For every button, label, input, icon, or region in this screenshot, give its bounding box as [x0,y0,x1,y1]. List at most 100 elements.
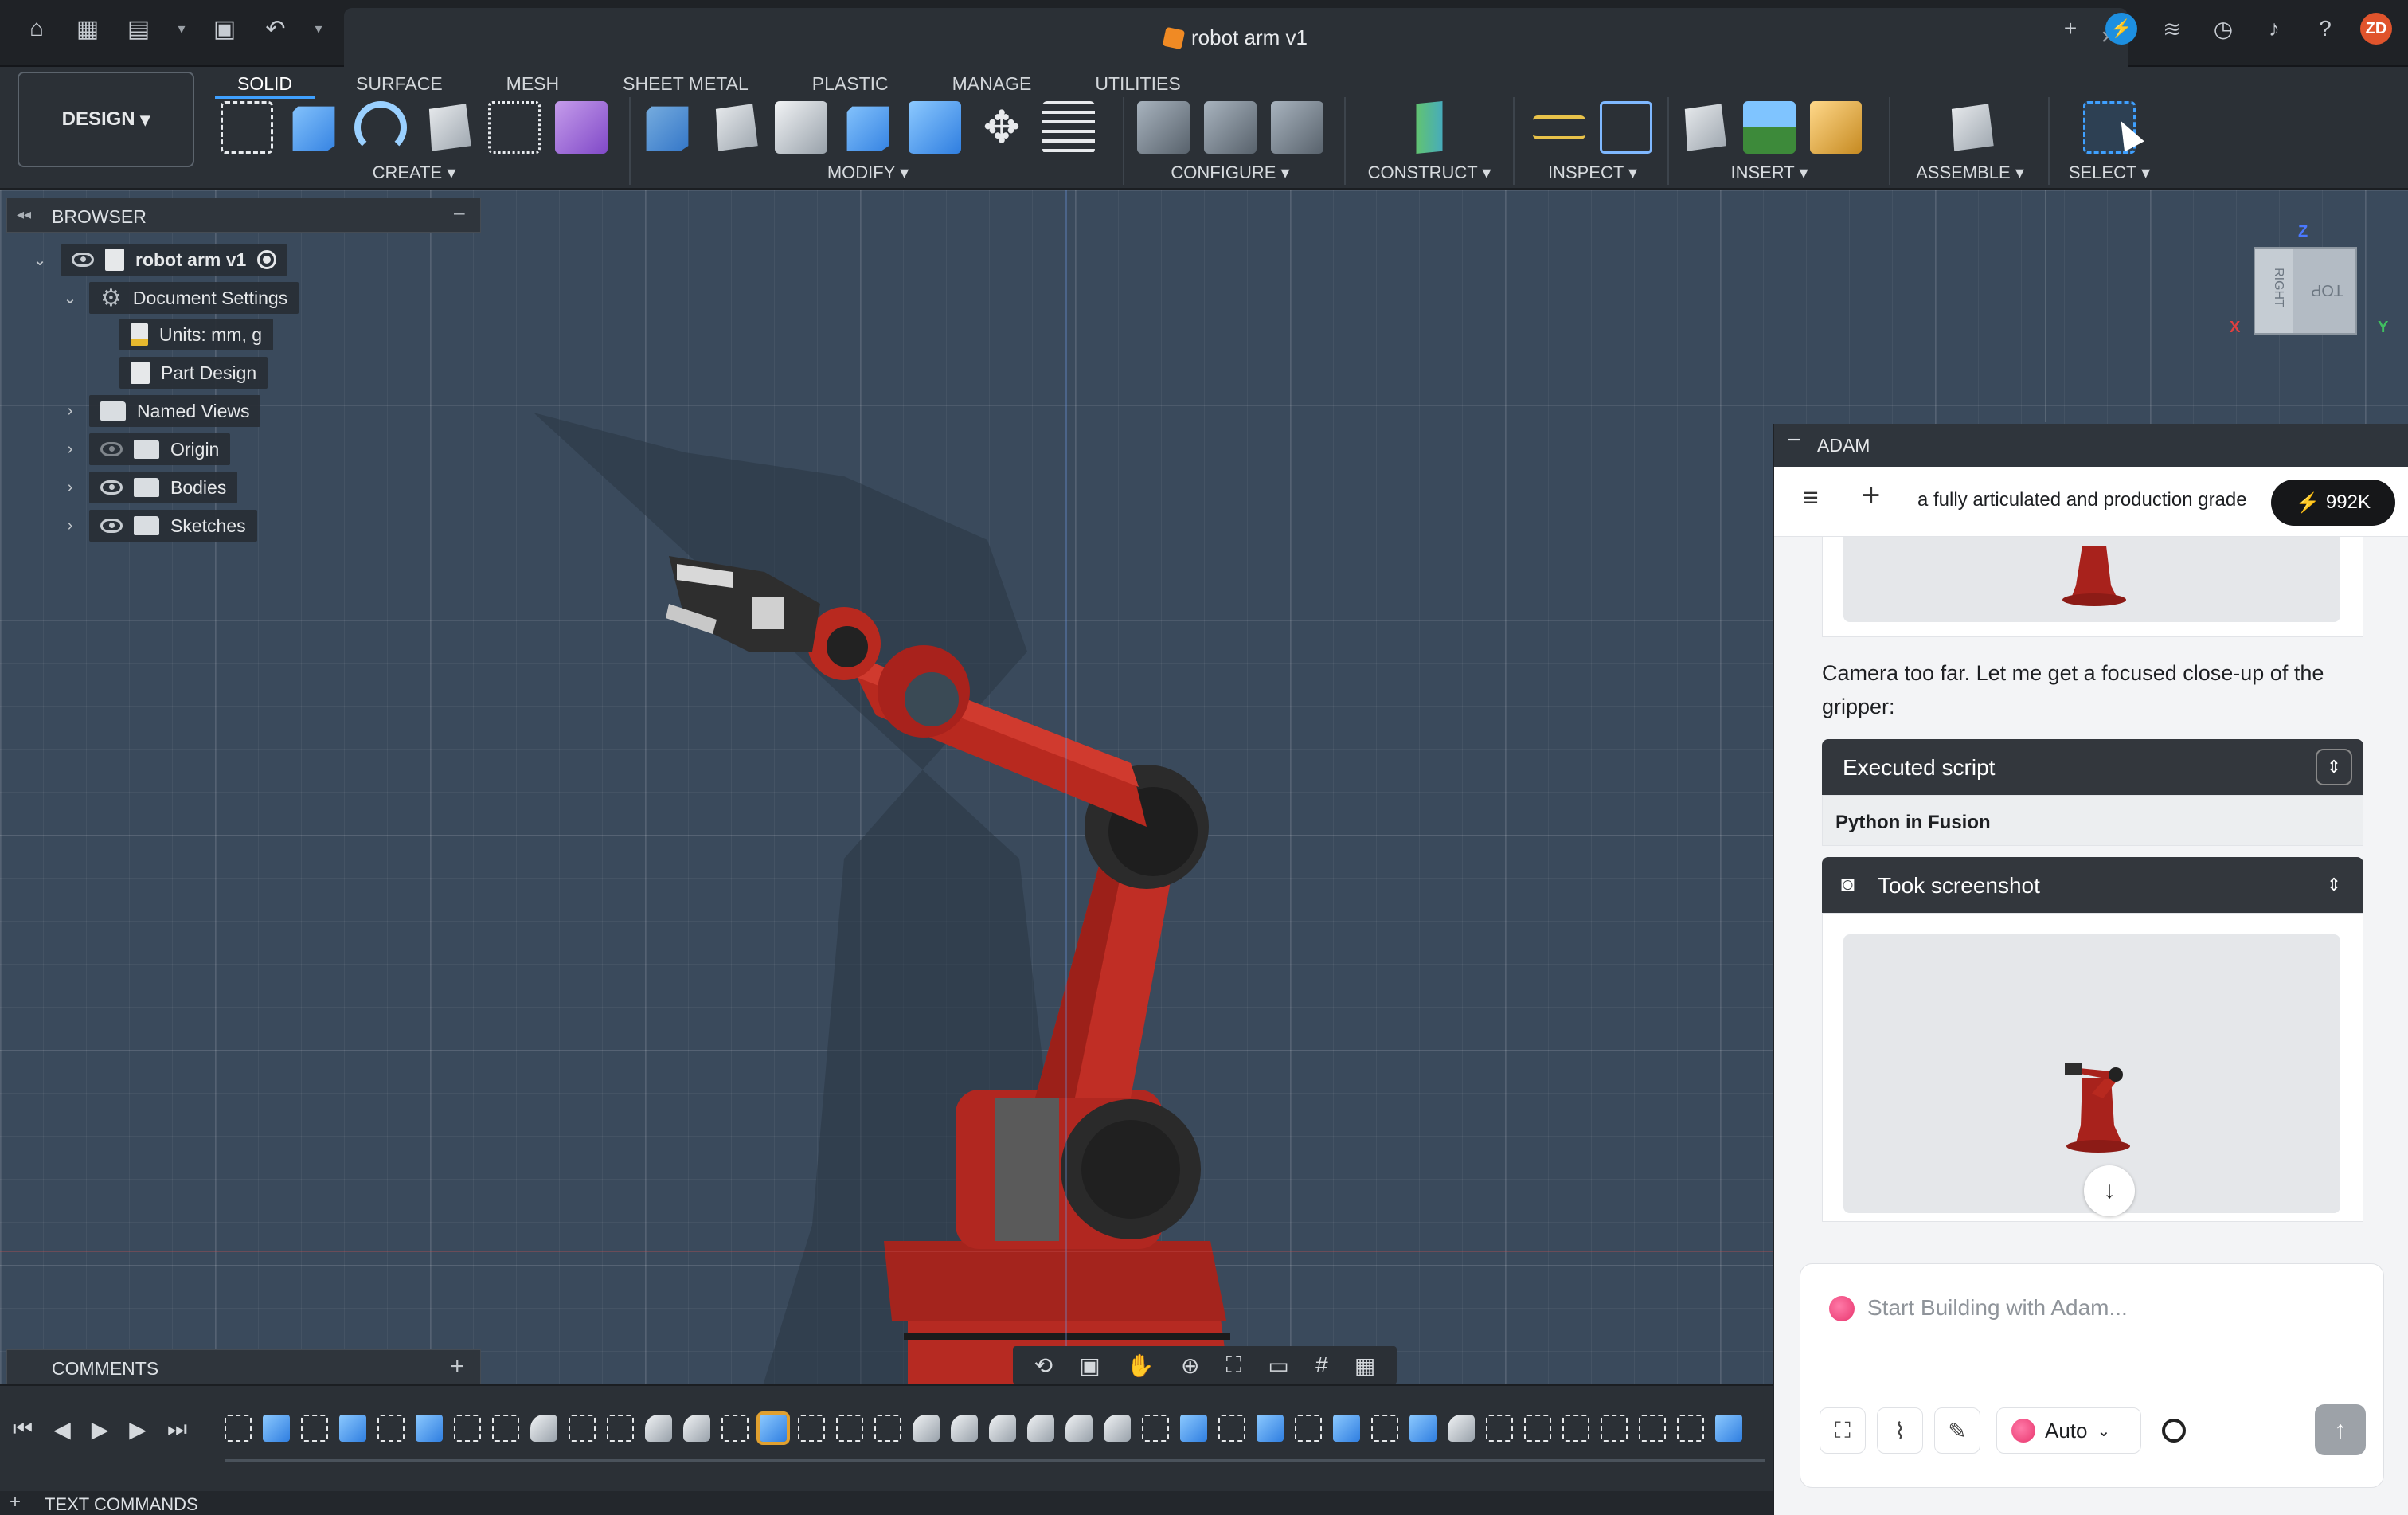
measure-icon[interactable] [1533,115,1585,139]
timeline-feature-sketch-icon[interactable] [454,1415,481,1442]
document-tab[interactable]: robot arm v1 × [344,8,2128,67]
press-pull-icon[interactable] [646,106,689,151]
timeline-feature-extrude-icon[interactable] [1257,1415,1284,1442]
expand-text-commands-icon[interactable]: + [10,1491,21,1513]
timeline-feature-sketch-icon[interactable] [1218,1415,1245,1442]
chevron-right-icon[interactable]: › [59,402,81,421]
hamburger-menu-icon[interactable]: ≡ [1803,483,1819,514]
step-back-icon[interactable]: ◀ [53,1416,71,1443]
timeline-feature-sketch-icon[interactable] [1639,1415,1666,1442]
insert-canvas-icon[interactable] [1743,101,1796,154]
visibility-eye-icon[interactable] [100,519,123,533]
attach-paperclip-icon[interactable]: ⌇ [1877,1407,1923,1454]
timeline-feature-sketch-icon[interactable] [569,1415,596,1442]
timeline-feature-sketch-icon[interactable] [1486,1415,1513,1442]
viewcube-face[interactable]: RIGHT TOP [2254,247,2357,335]
tree-item-document-settings[interactable]: ⌄ ⚙ Document Settings [59,282,299,314]
zoom-icon[interactable]: ⊕ [1181,1353,1199,1379]
timeline-feature-sketch-icon[interactable] [607,1415,634,1442]
timeline-feature-sketch-icon[interactable] [874,1415,901,1442]
chevron-down-icon[interactable]: ▾ [172,11,191,46]
tab-manage[interactable]: MANAGE [930,67,1054,99]
section-analysis-icon[interactable] [1600,101,1652,154]
timeline-feature-revolve-icon[interactable] [1104,1415,1131,1442]
scroll-down-icon[interactable]: ↓ [2084,1165,2135,1216]
visibility-eye-icon[interactable] [100,480,123,495]
orbit-icon[interactable]: ⟲ [1034,1353,1053,1379]
chat-input[interactable] [1867,1288,2345,1328]
timeline-feature-sketch-icon[interactable] [836,1415,863,1442]
play-icon[interactable]: ▶ [92,1416,109,1443]
conversation-title[interactable]: a fully articulated and production grade [1917,489,2257,511]
pattern-icon[interactable] [488,101,541,154]
assemble-menu[interactable]: ASSEMBLE ▾ [1898,162,2042,183]
hidden-eye-icon[interactable] [100,442,123,456]
tab-sheet-metal[interactable]: SHEET METAL [600,67,771,99]
chat-history[interactable]: Camera too far. Let me get a focused clo… [1774,537,2408,1333]
model-mode-select[interactable]: Auto ⌄ [1996,1407,2141,1454]
timeline-feature-extrude-icon[interactable] [1409,1415,1437,1442]
tree-item-origin[interactable]: › Origin [59,433,231,465]
display-settings-icon[interactable]: ▭ [1268,1353,1288,1379]
pan-hand-icon[interactable]: ✋ [1127,1353,1155,1379]
took-screenshot-header[interactable]: Took screenshot ◙ ⇕ [1822,857,2363,913]
pencil-edit-icon[interactable]: ✎ [1934,1407,1980,1454]
construct-menu[interactable]: CONSTRUCT ▾ [1354,162,1505,183]
timeline-feature-sketch-icon[interactable] [721,1415,749,1442]
active-component-radio-icon[interactable] [257,250,277,269]
tab-mesh[interactable]: MESH [484,67,581,99]
timeline-feature-extrude-icon[interactable] [1715,1415,1742,1442]
timeline-feature-sketch-icon[interactable] [1295,1415,1322,1442]
viewcube[interactable]: RIGHT TOP Z X Y [2230,223,2389,358]
tree-item-bodies[interactable]: › Bodies [59,472,238,503]
configure-design-icon[interactable] [1137,101,1190,154]
data-panel-grid-icon[interactable]: ▦ [70,11,105,46]
minimize-adam-icon[interactable]: − [1787,427,1801,454]
timeline-feature-revolve-icon[interactable] [683,1415,710,1442]
tab-plastic[interactable]: PLASTIC [790,67,911,99]
file-menu-icon[interactable]: ▤ [121,11,156,46]
add-comment-icon[interactable]: + [450,1353,464,1380]
timeline-feature-revolve-icon[interactable] [951,1415,978,1442]
save-icon[interactable]: ▣ [207,11,242,46]
hole-icon[interactable] [428,104,471,151]
timeline-feature-revolve-icon[interactable] [913,1415,940,1442]
timeline-feature-revolve-icon[interactable] [530,1415,557,1442]
home-icon[interactable]: ⌂ [19,11,54,46]
tree-item-sketches[interactable]: › Sketches [59,510,257,542]
timeline-feature-sketch-icon[interactable] [492,1415,519,1442]
timeline-feature-extrude-icon[interactable] [416,1415,443,1442]
workspace-switcher[interactable]: DESIGN ▾ [18,72,194,167]
clock-icon[interactable]: ◷ [2207,13,2239,45]
minimize-browser-icon[interactable]: − [453,202,466,227]
split-body-icon[interactable] [909,101,961,154]
send-button[interactable]: ↑ [2315,1404,2366,1455]
configure-rule-icon[interactable] [1271,101,1323,154]
previous-screenshot-image[interactable] [1843,537,2340,622]
timeline-feature-extrude-icon[interactable] [263,1415,290,1442]
screenshot-result-image[interactable]: ↓ [1843,934,2340,1216]
fit-icon[interactable]: ⛶ [1226,1353,1242,1379]
context-usage-ring-icon[interactable] [2162,1419,2186,1443]
viewports-icon[interactable]: ▦ [1354,1353,1375,1379]
job-status-icon[interactable]: ≋ [2156,13,2188,45]
chevron-down-icon[interactable]: ⌄ [59,288,81,308]
undo-icon[interactable]: ↶ [258,11,293,46]
insert-mesh-icon[interactable] [1809,101,1862,154]
combine-icon[interactable] [846,106,889,151]
tree-item-named-views[interactable]: › Named Views [59,395,261,427]
expand-collapse-icon[interactable]: ⇕ [2316,867,2352,903]
step-forward-icon[interactable]: ▶ [129,1416,147,1443]
timeline-track[interactable] [225,1459,1765,1462]
insert-menu[interactable]: INSERT ▾ [1677,162,1862,183]
go-to-end-icon[interactable]: ⏭ [167,1416,187,1443]
chevron-right-icon[interactable]: › [59,517,81,535]
undo-history-chevron-icon[interactable]: ▾ [309,11,328,46]
timeline-feature-sketch-icon[interactable] [1524,1415,1551,1442]
visibility-eye-icon[interactable] [72,252,94,267]
tab-solid[interactable]: SOLID [215,67,315,99]
new-tab-icon[interactable]: + [2054,13,2086,45]
expand-collapse-icon[interactable]: ⇕ [2316,749,2352,785]
tab-utilities[interactable]: UTILITIES [1073,67,1202,99]
credits-badge[interactable]: ⚡ 992K [2271,480,2395,526]
